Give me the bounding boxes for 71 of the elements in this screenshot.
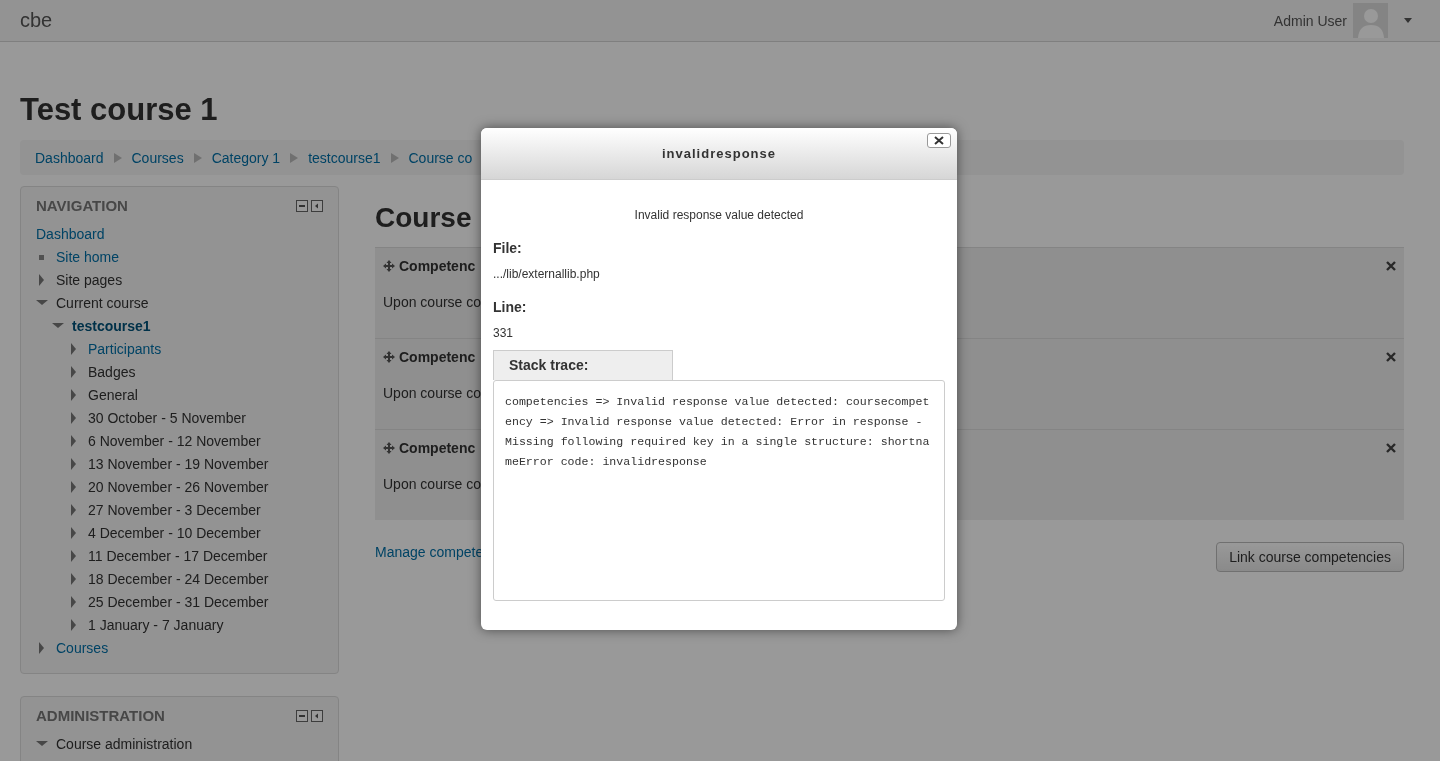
move-icon [383, 351, 395, 363]
close-icon [1386, 443, 1396, 453]
breadcrumb-link[interactable]: Course co [408, 149, 473, 166]
competency-title: Competenc [399, 258, 476, 274]
competency-description: Upon course co [383, 476, 482, 492]
breadcrumb-separator-icon [390, 152, 399, 163]
nav-item[interactable]: 13 November - 19 November [88, 455, 269, 472]
breadcrumb-link[interactable]: Category 1 [211, 149, 281, 166]
manage-link[interactable]: Manage compete [375, 544, 484, 560]
error-message: Invalid response value detected [633, 208, 805, 222]
close-button[interactable] [927, 133, 951, 148]
competency-description: Upon course co [383, 385, 482, 401]
nav-item[interactable]: Courses [56, 639, 109, 656]
delete-button[interactable] [1386, 261, 1396, 271]
line-label: Line: [493, 299, 528, 315]
move-icon [383, 260, 395, 272]
nav-item[interactable]: 1 January - 7 January [88, 616, 224, 633]
minimize-icon [296, 199, 308, 212]
nav-item[interactable]: General [88, 386, 138, 403]
block-title: NAVIGATION [36, 197, 128, 214]
nav-item[interactable]: Site home [56, 248, 120, 265]
nav-item[interactable]: Current course [56, 294, 149, 311]
breadcrumb-link[interactable]: Dashboard [35, 149, 104, 166]
breadcrumb-separator-icon [193, 152, 202, 163]
breadcrumb-link[interactable]: testcourse1 [308, 149, 381, 166]
nav-item[interactable]: 11 December - 17 December [88, 547, 268, 564]
nav-item[interactable]: Dashboard [36, 225, 105, 242]
file-path: .../lib/externallib.php [493, 267, 601, 281]
user-name-link[interactable]: Admin User [1273, 12, 1347, 29]
competency-title: Competenc [399, 349, 476, 365]
dialog-title: invalidresponse [662, 146, 776, 161]
delete-button[interactable] [1386, 352, 1396, 362]
dock-button[interactable] [311, 199, 323, 212]
nav-item[interactable]: Participants [88, 340, 162, 357]
nav-item[interactable]: 18 December - 24 December [88, 570, 269, 587]
section-heading: Course [375, 201, 472, 235]
link-competencies-button[interactable]: Link course competencies [1216, 542, 1404, 572]
file-label: File: [493, 240, 523, 256]
nav-item[interactable]: Site pages [56, 271, 123, 288]
nav-item[interactable]: 4 December - 10 December [88, 524, 261, 541]
nav-item[interactable]: 25 December - 31 December [88, 593, 269, 610]
stack-trace-text: competencies => Invalid response value detected: coursecompetency => Invalid response value detected: Error in response - Missing following required key in a single structure: shortnameError code: invalidresponse [505, 394, 930, 470]
site-brand-link[interactable]: cbe [20, 9, 53, 32]
nav-item[interactable]: testcourse1 [72, 317, 151, 334]
nav-item[interactable]: 30 October - 5 November [88, 409, 246, 426]
block-title: ADMINISTRATION [36, 707, 165, 724]
competency-title: Competenc [399, 440, 476, 456]
stack-trace-tab[interactable]: Stack trace: [493, 350, 673, 380]
breadcrumb-separator-icon [113, 152, 122, 163]
caret-icon [1404, 18, 1412, 23]
dock-button[interactable] [296, 199, 308, 212]
competency-description: Upon course co [383, 294, 482, 310]
breadcrumb-link[interactable]: Courses [131, 149, 184, 166]
nav-item[interactable]: 6 November - 12 November [88, 432, 261, 449]
nav-item[interactable]: Course administration [56, 735, 193, 752]
close-icon [934, 136, 944, 145]
delete-button[interactable] [1386, 443, 1396, 453]
nav-item[interactable]: Badges [88, 363, 136, 380]
dock-button[interactable] [311, 709, 323, 722]
nav-item[interactable]: 27 November - 3 December [88, 501, 261, 518]
dock-left-icon [311, 199, 323, 212]
minimize-icon [296, 709, 308, 722]
dock-left-icon [311, 709, 323, 722]
move-icon [383, 442, 395, 454]
page-title: Test course 1 [20, 92, 219, 128]
close-icon [1386, 261, 1396, 271]
close-icon [1386, 352, 1396, 362]
breadcrumb-separator-icon [290, 152, 299, 163]
dock-button[interactable] [296, 709, 308, 722]
line-number: 331 [493, 326, 515, 340]
nav-item[interactable]: 20 November - 26 November [88, 478, 269, 495]
